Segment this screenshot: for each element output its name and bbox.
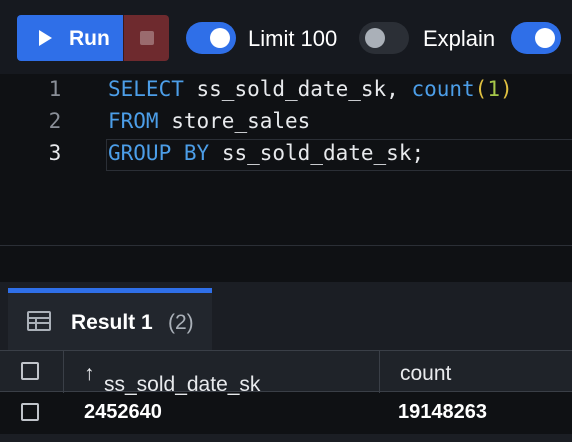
- cell-value: 2452640: [84, 401, 162, 423]
- tab-title: Result 1: [71, 311, 153, 334]
- stop-button[interactable]: [123, 15, 169, 61]
- explain-toggle[interactable]: [359, 22, 409, 54]
- play-icon: [39, 30, 52, 46]
- line-number: 2: [48, 109, 62, 133]
- code-line-1: SELECT ss_sold_date_sk, count(1): [108, 77, 513, 101]
- editor-line: 3 GROUP BY ss_sold_date_sk;: [0, 138, 572, 170]
- resize-gap: [0, 246, 572, 282]
- active-tab-indicator: [8, 288, 212, 293]
- sql-editor[interactable]: 1 SELECT ss_sold_date_sk, count(1) 2 FRO…: [0, 74, 572, 246]
- query-toolbar: Run Limit 100 Explain: [0, 0, 572, 74]
- results-table: ss_sold_date_sk ↑ count 2452640 19148263: [0, 350, 572, 442]
- explain-label: Explain: [423, 26, 496, 51]
- cell-value: 19148263: [398, 401, 487, 423]
- limit-label: Limit 100: [248, 26, 338, 51]
- stop-icon: [140, 31, 154, 45]
- tab-row-count: (2): [168, 311, 194, 334]
- column-header-ss-sold-date-sk[interactable]: ss_sold_date_sk ↑: [64, 351, 380, 396]
- run-button[interactable]: Run: [17, 15, 123, 61]
- tab-result-1[interactable]: Result 1 (2): [8, 288, 212, 350]
- line-number: 3: [48, 141, 62, 165]
- options-toggle[interactable]: [511, 22, 561, 54]
- table-row: 2452640 19148263: [0, 392, 572, 432]
- row-checkbox[interactable]: [21, 403, 39, 421]
- explain-toggle-knob: [365, 28, 385, 48]
- options-toggle-knob: [535, 28, 555, 48]
- column-header-count[interactable]: count: [380, 351, 572, 393]
- results-tab-bar: Result 1 (2): [0, 282, 572, 350]
- editor-line: 1 SELECT ss_sold_date_sk, count(1): [0, 74, 572, 106]
- code-line-2: FROM store_sales: [108, 109, 311, 133]
- limit-toggle[interactable]: [186, 22, 236, 54]
- limit-toggle-knob: [210, 28, 230, 48]
- table-icon: [27, 311, 51, 331]
- column-header-label: ss_sold_date_sk ↑: [84, 362, 261, 396]
- sort-ascending-icon[interactable]: ↑: [84, 362, 95, 385]
- table-bottom-edge: [0, 434, 572, 442]
- column-header-label: count: [400, 362, 452, 385]
- line-number: 1: [48, 77, 62, 101]
- select-all-checkbox[interactable]: [21, 362, 39, 380]
- table-cell: 19148263: [380, 392, 572, 432]
- table-cell: 2452640: [64, 392, 380, 432]
- header-select-cell: [0, 351, 64, 393]
- row-select-cell: [0, 392, 64, 432]
- code-line-3: GROUP BY ss_sold_date_sk;: [108, 141, 425, 165]
- editor-line: 2 FROM store_sales: [0, 106, 572, 138]
- run-button-label: Run: [69, 27, 110, 50]
- table-header: ss_sold_date_sk ↑ count: [0, 350, 572, 396]
